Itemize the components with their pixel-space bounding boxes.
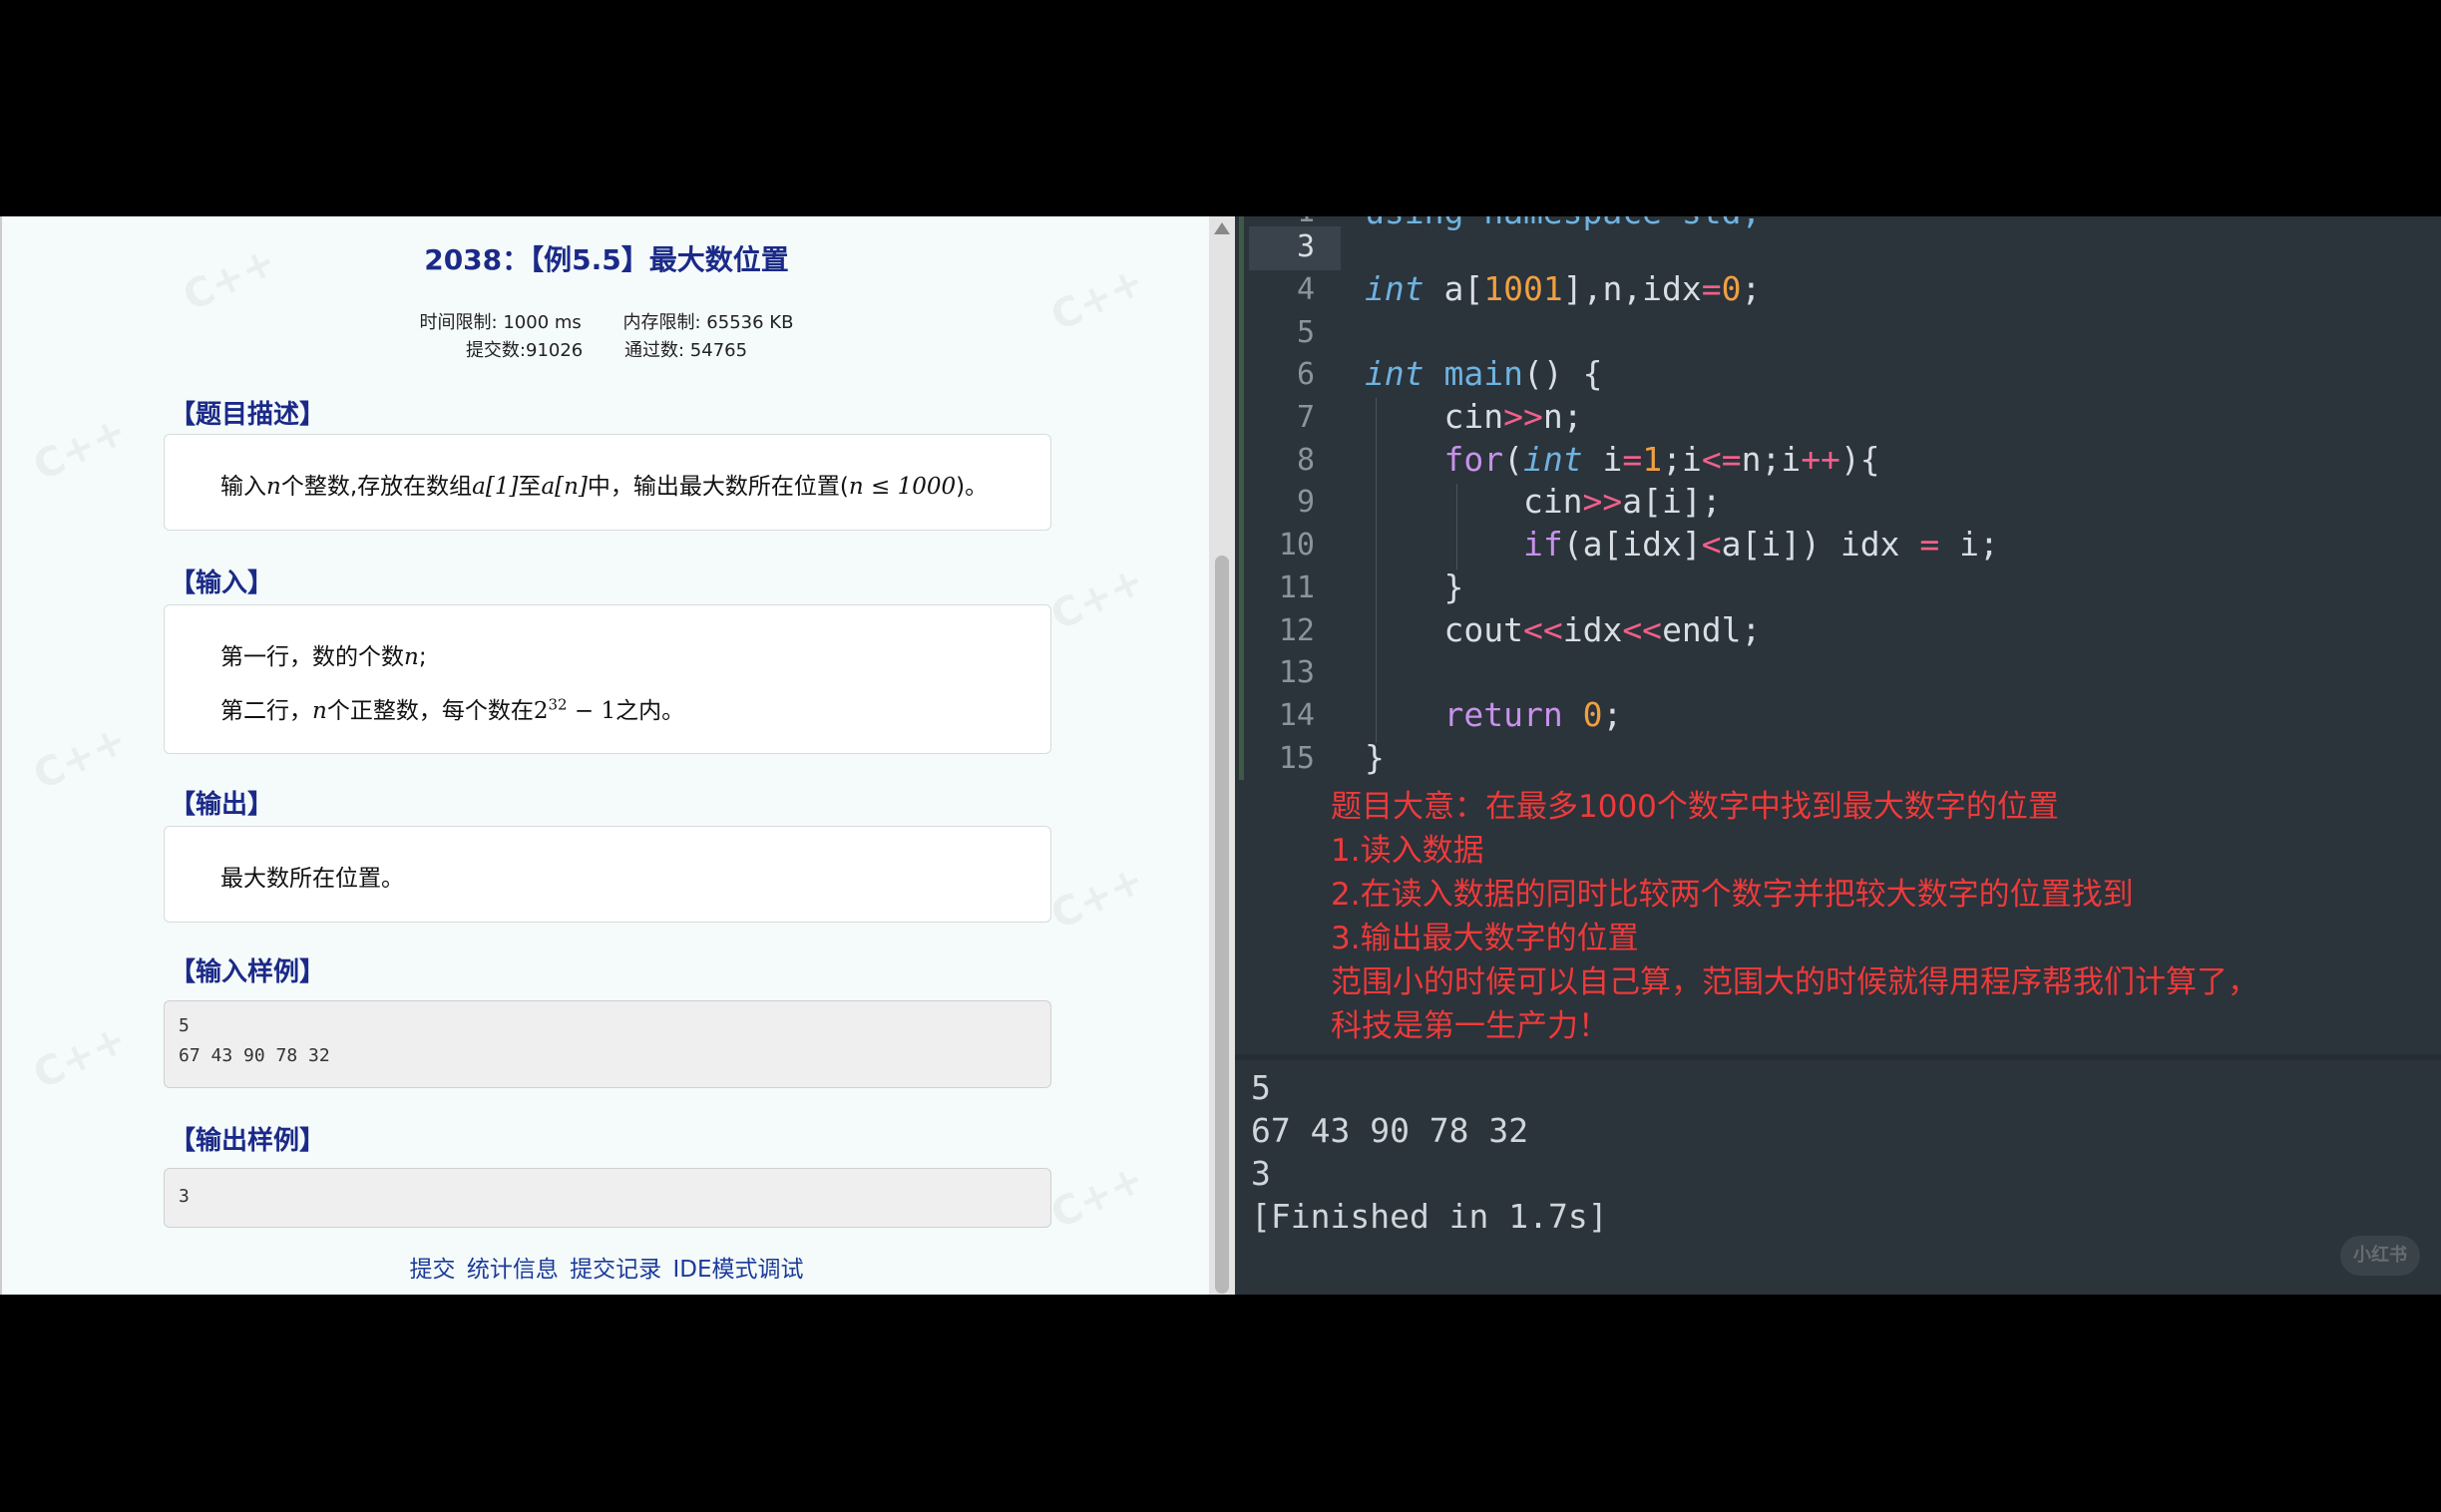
watermark: C++	[26, 716, 134, 800]
watermark: C++	[1043, 557, 1151, 640]
submission-records-link[interactable]: 提交记录	[570, 1257, 661, 1283]
page-scrollbar[interactable]	[1209, 216, 1235, 1295]
line-number: 9	[1296, 485, 1315, 520]
submit-link[interactable]: 提交	[410, 1257, 456, 1283]
line-number: 5	[1296, 315, 1315, 350]
code-line-1: using namespace std;	[1365, 216, 1761, 231]
accepted-count: 通过数: 54765	[624, 340, 748, 361]
code-line-15: }	[1365, 738, 1385, 777]
output-heading: 【输出】	[170, 790, 274, 820]
problem-title: 2038：【例5.5】最大数位置	[424, 243, 789, 276]
line-number: 4	[1296, 272, 1315, 307]
input-line-1: 第一行，数的个数n;	[220, 644, 427, 670]
code-area[interactable]: 1 3 4 5 6 7 8 9 10 11 12 13 14 15 using …	[1235, 216, 2441, 780]
code-editor: 1 3 4 5 6 7 8 9 10 11 12 13 14 15 using …	[1235, 216, 2441, 1295]
output-line: 5	[1251, 1068, 1271, 1107]
watermark: C++	[26, 407, 134, 491]
indent-guide	[1456, 484, 1457, 569]
scroll-up-arrow-icon[interactable]	[1214, 222, 1230, 234]
description-heading: 【题目描述】	[170, 400, 326, 430]
code-line-7: cin>>n;	[1365, 397, 1583, 436]
sample-input-line: 67 43 90 78 32	[179, 1045, 330, 1066]
sample-input-heading: 【输入样例】	[170, 957, 326, 987]
output-line: 3	[1251, 1154, 1271, 1193]
code-line-9: cin>>a[i];	[1365, 482, 1722, 521]
output-text: 最大数所在位置。	[220, 866, 404, 892]
ide-debug-link[interactable]: IDE模式调试	[672, 1257, 803, 1283]
note-line: 1.读入数据	[1331, 833, 1484, 869]
output-line: [Finished in 1.7s]	[1251, 1197, 1608, 1236]
line-number: 10	[1278, 528, 1315, 563]
note-line: 范围小的时候可以自己算，范围大的时候就得用程序帮我们计算了，	[1331, 964, 2258, 1000]
input-box: 第一行，数的个数n; 第二行，n个正整数，每个数在232 − 1之内。	[164, 604, 1051, 754]
indent-guide	[1376, 398, 1377, 743]
note-line: 科技是第一生产力！	[1331, 1008, 1609, 1044]
input-heading: 【输入】	[170, 568, 274, 598]
line-number: 11	[1278, 570, 1315, 605]
line-number: 15	[1278, 741, 1315, 776]
line-number: 14	[1278, 698, 1315, 733]
submission-count: 提交数:91026	[465, 340, 584, 361]
sample-output-box: 3	[164, 1168, 1051, 1228]
note-line: 3.输出最大数字的位置	[1331, 921, 1639, 956]
time-limit: 时间限制: 1000 ms	[419, 312, 582, 333]
code-line-8: for(int i=1;i<=n;i++){	[1443, 440, 1880, 479]
watermark: C++	[1043, 856, 1151, 940]
problem-page: C++ C++ C++ C++ C++ C++ C++ C++ 2038：【例5…	[0, 216, 1209, 1295]
watermark: C++	[1043, 1155, 1151, 1239]
statistics-link[interactable]: 统计信息	[467, 1257, 559, 1283]
code-line-4: int a[1001],n,idx=0;	[1365, 269, 1762, 308]
line-number: 12	[1278, 613, 1315, 648]
line-number: 8	[1296, 443, 1315, 478]
code-line-11: }	[1365, 567, 1464, 606]
annotation-notes: 题目大意：在最多1000个数字中找到最大数字的位置 1.读入数据 2.在读入数据…	[1331, 785, 2258, 1048]
description-box: 输入n个整数,存放在数组a[1]至a[n]中，输出最大数所在位置(n ≤ 100…	[164, 434, 1051, 531]
sample-input-line: 5	[179, 1015, 190, 1036]
note-line: 题目大意：在最多1000个数字中找到最大数字的位置	[1331, 789, 2059, 825]
output-panel-divider[interactable]	[1235, 1054, 2441, 1060]
note-line: 2.在读入数据的同时比较两个数字并把较大数字的位置找到	[1331, 877, 2134, 913]
line-number: 1	[1235, 216, 1315, 229]
scroll-thumb[interactable]	[1215, 556, 1229, 1294]
watermark: C++	[26, 1015, 134, 1099]
stats-line: 提交数:91026 通过数: 54765	[2, 336, 1209, 362]
output-line: 67 43 90 78 32	[1251, 1111, 1529, 1150]
bottom-links: 提交 统计信息 提交记录 IDE模式调试	[2, 1250, 1209, 1284]
memory-limit: 内存限制: 65536 KB	[622, 312, 794, 333]
code-line-14: return 0;	[1443, 695, 1623, 734]
build-output-panel: 5 67 43 90 78 32 3 [Finished in 1.7s]	[1251, 1066, 1608, 1238]
line-number: 6	[1296, 357, 1315, 392]
sample-output-line: 3	[179, 1186, 190, 1207]
line-number: 7	[1296, 400, 1315, 435]
line-number: 3	[1296, 229, 1315, 264]
code-line-12: cout<<idx<<endl;	[1365, 610, 1762, 649]
sample-input-box: 5 67 43 90 78 32	[164, 1000, 1051, 1088]
line-number: 13	[1278, 655, 1315, 690]
input-line-2: 第二行，n个正整数，每个数在232 − 1之内。	[220, 695, 685, 724]
code-line-6: int main() {	[1365, 354, 1603, 393]
code-line-10: if(a[idx]<a[i]) idx = i;	[1522, 525, 1999, 564]
limits-line: 时间限制: 1000 ms 内存限制: 65536 KB	[2, 308, 1209, 334]
sample-output-heading: 【输出样例】	[170, 1126, 326, 1156]
watermark-badge: 小红书	[2340, 1236, 2420, 1276]
output-box: 最大数所在位置。	[164, 826, 1051, 923]
description-text: 输入n个整数,存放在数组a[1]至a[n]中，输出最大数所在位置(n ≤ 100…	[220, 474, 989, 500]
